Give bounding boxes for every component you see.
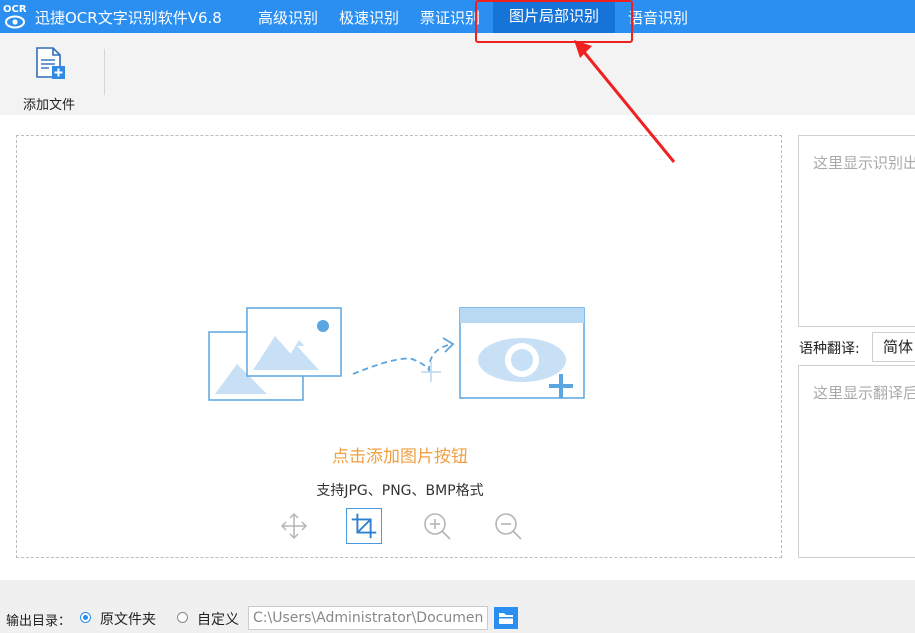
menu-image-region-recognition[interactable]: 图片局部识别 <box>493 0 616 33</box>
supported-formats-text: 支持JPG、PNG、BMP格式 <box>316 483 484 499</box>
svg-text:OCR: OCR <box>3 4 27 15</box>
browse-folder-button[interactable] <box>494 607 518 629</box>
output-bar: 输出目录： 原文件夹 自定义 <box>0 580 915 631</box>
language-select[interactable]: 简体 <box>872 332 915 362</box>
main-area: 点击添加图片按钮 支持JPG、PNG、BMP格式 这里显示识别出 语种翻译: 简… <box>0 115 915 580</box>
crop-icon[interactable] <box>346 508 382 544</box>
translation-result-box[interactable]: 这里显示翻译后 <box>798 365 915 558</box>
output-path-input[interactable] <box>248 606 488 630</box>
add-image-illustration <box>208 307 585 401</box>
add-image-hint[interactable]: 点击添加图片按钮 <box>17 442 783 467</box>
radio-original-folder[interactable] <box>80 612 91 623</box>
translate-label: 语种翻译: <box>799 341 860 357</box>
radio-original-folder-label[interactable]: 原文件夹 <box>100 609 156 629</box>
radio-custom[interactable] <box>177 612 188 623</box>
zoom-out-icon[interactable] <box>490 508 526 544</box>
add-document-icon <box>36 47 65 79</box>
result-placeholder: 这里显示识别出 <box>813 154 915 172</box>
menu-advanced-recognition[interactable]: 高级识别 <box>258 7 318 28</box>
add-file-label: 添加文件 <box>22 98 75 113</box>
radio-custom-label[interactable]: 自定义 <box>197 609 239 629</box>
recognition-result-box[interactable]: 这里显示识别出 <box>798 135 915 327</box>
menu-ticket-recognition[interactable]: 票证识别 <box>420 7 480 28</box>
toolbar: 添加文件 <box>0 33 915 115</box>
move-icon[interactable] <box>276 508 312 544</box>
image-drop-zone[interactable]: 点击添加图片按钮 支持JPG、PNG、BMP格式 <box>16 135 782 558</box>
translation-placeholder: 这里显示翻译后 <box>813 384 915 402</box>
output-dir-label: 输出目录： <box>6 614 72 629</box>
zoom-in-icon[interactable] <box>419 508 455 544</box>
title-bar: OCR 迅捷OCR文字识别软件V6.8 高级识别 极速识别 票证识别 图片局部识… <box>0 0 915 33</box>
menu-voice-recognition[interactable]: 语音识别 <box>628 7 688 28</box>
toolbar-divider <box>104 49 105 95</box>
app-title: 迅捷OCR文字识别软件V6.8 <box>35 9 222 27</box>
menu-fast-recognition[interactable]: 极速识别 <box>339 7 399 28</box>
folder-icon <box>499 613 513 624</box>
ocr-logo-icon: OCR <box>3 4 27 29</box>
add-file-button[interactable]: 添加文件 <box>14 45 84 113</box>
